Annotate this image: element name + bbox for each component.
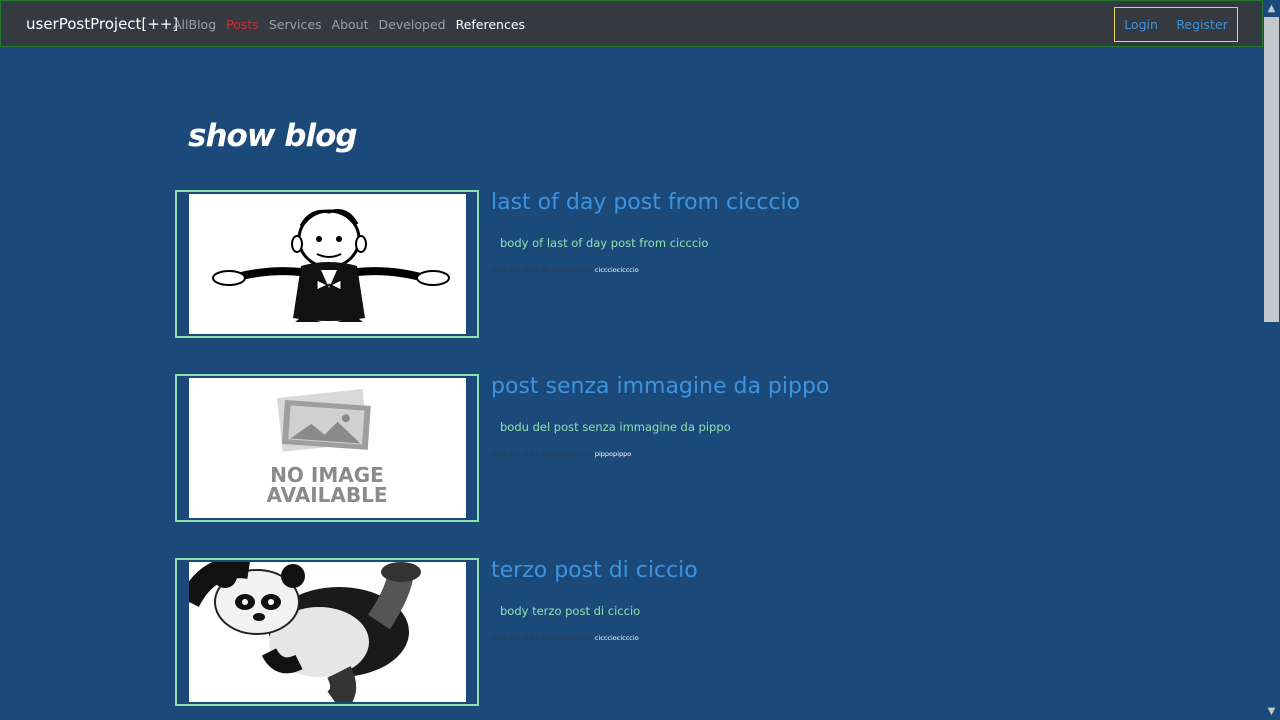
scrollbar[interactable]: ▲ ▼: [1263, 0, 1280, 720]
scroll-up-icon[interactable]: ▲: [1263, 0, 1280, 17]
nav-link-about[interactable]: About: [332, 17, 369, 32]
post-meta: 2021-01-18 07:42:18 scritto da cicccioci…: [491, 634, 639, 642]
register-link[interactable]: Register: [1176, 17, 1227, 32]
page-title: show blog: [188, 118, 358, 154]
nav-link-allblog[interactable]: AllBlog: [173, 17, 216, 32]
post-thumbnail-frame[interactable]: [175, 190, 479, 338]
post-title[interactable]: terzo post di ciccio: [491, 558, 698, 583]
post-title[interactable]: post senza immagine da pippo: [491, 374, 829, 399]
brand-link[interactable]: userPostProject[++]: [26, 15, 178, 33]
scrollbar-thumb[interactable]: [1264, 17, 1279, 322]
nav-link-references[interactable]: References: [456, 17, 525, 32]
nav-link-services[interactable]: Services: [269, 17, 322, 32]
panda-image: [189, 562, 466, 702]
post-body: body terzo post di ciccio: [500, 604, 641, 618]
post-card: terzo post di ciccio body terzo post di …: [175, 558, 875, 706]
scroll-down-icon[interactable]: ▼: [1263, 703, 1280, 720]
post-meta: 2021-01-18 07:47:54 scritto da pippopipp…: [491, 450, 631, 458]
post-author[interactable]: ciccciocicccio: [595, 266, 639, 274]
no-image-line2: AVAILABLE: [266, 483, 387, 507]
post-title[interactable]: last of day post from cicccio: [491, 190, 800, 215]
post-card: last of day post from cicccio body of la…: [175, 190, 875, 338]
post-date: 2021-01-18 13:06:21 scritto da: [491, 266, 593, 274]
post-body: body of last of day post from cicccio: [500, 236, 709, 250]
auth-box: Login Register: [1114, 7, 1238, 42]
post-body: bodu del post senza immagine da pippo: [500, 420, 731, 434]
post-date: 2021-01-18 07:42:18 scritto da: [491, 634, 593, 642]
post-card: NO IMAGE AVAILABLE post senza immagine d…: [175, 374, 875, 522]
nav-link-developed[interactable]: Developed: [379, 17, 446, 32]
no-image-available-image: NO IMAGE AVAILABLE: [189, 378, 466, 518]
post-date: 2021-01-18 07:47:54 scritto da: [491, 450, 593, 458]
login-link[interactable]: Login: [1124, 17, 1158, 32]
navbar: userPostProject[++] AllBlog Posts Servic…: [0, 0, 1263, 47]
post-thumbnail-frame[interactable]: [175, 558, 479, 706]
post-author[interactable]: ciccciocicccio: [595, 634, 639, 642]
post-author[interactable]: pippopippo: [595, 450, 631, 458]
nav-link-posts[interactable]: Posts: [226, 17, 259, 32]
post-meta: 2021-01-18 13:06:21 scritto da cicccioci…: [491, 266, 639, 274]
nav-links: AllBlog Posts Services About Developed R…: [173, 17, 535, 32]
cartoon-character-image: [189, 194, 466, 334]
post-thumbnail-frame[interactable]: NO IMAGE AVAILABLE: [175, 374, 479, 522]
